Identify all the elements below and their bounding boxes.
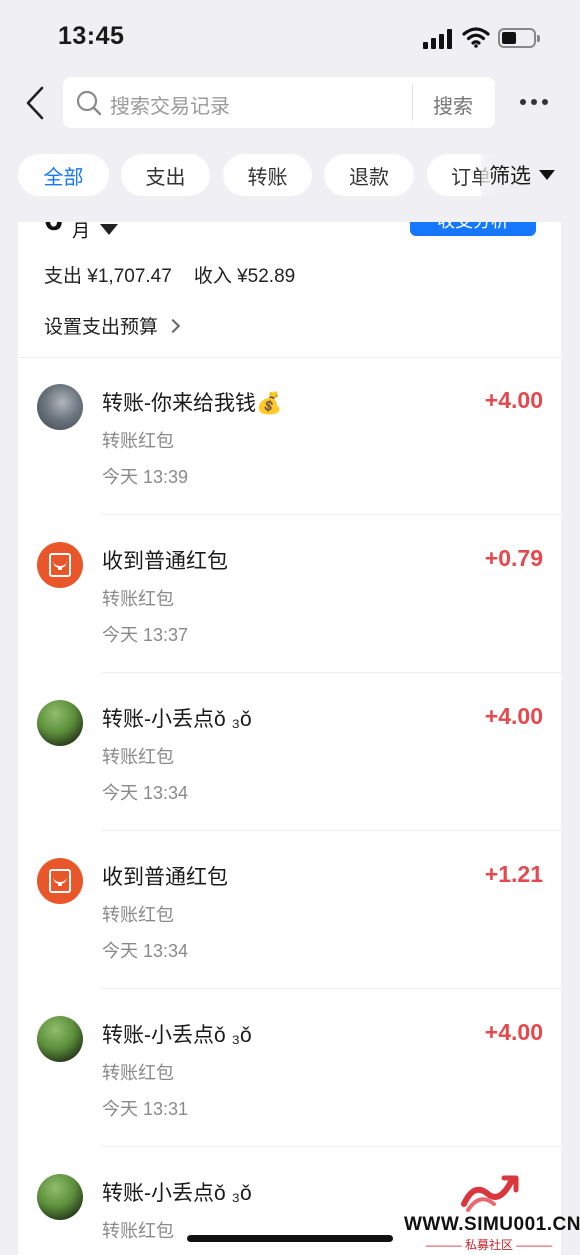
cellular-signal-icon bbox=[423, 29, 455, 49]
transaction-row[interactable]: 转账-小丢点ǒ ₃ǒ 转账红包 今天 13:34 +4.00 bbox=[18, 674, 561, 831]
transaction-amount: +1.21 bbox=[484, 861, 543, 887]
tab-expense[interactable]: 支出 bbox=[121, 154, 210, 196]
avatar bbox=[37, 1016, 83, 1062]
analysis-label: 收支分析 bbox=[437, 222, 509, 233]
month-number[interactable]: 6 bbox=[44, 222, 63, 239]
filter-button[interactable]: 筛选 bbox=[481, 154, 580, 196]
transaction-title: 收到普通红包 bbox=[102, 866, 228, 889]
transaction-time: 今天 13:34 bbox=[102, 941, 189, 961]
transactions-card: 6 月 收支分析 支出 ¥1,707.47 收入 ¥52.89 设置支出预算 转… bbox=[18, 222, 561, 1255]
red-packet-icon bbox=[37, 858, 83, 904]
transaction-type: 转账红包 bbox=[102, 1221, 174, 1241]
status-time: 13:45 bbox=[58, 22, 125, 50]
tab-all[interactable]: 全部 bbox=[18, 154, 109, 196]
back-button[interactable] bbox=[18, 84, 52, 122]
search-button[interactable]: 搜索 bbox=[433, 90, 473, 119]
filter-label: 筛选 bbox=[489, 165, 531, 188]
row-divider bbox=[102, 1146, 561, 1147]
transaction-type: 转账红包 bbox=[102, 431, 174, 451]
transaction-amount: +4.00 bbox=[484, 703, 543, 729]
row-divider bbox=[102, 514, 561, 515]
transaction-title: 转账-小丢点ǒ ₃ǒ bbox=[102, 1182, 252, 1205]
transaction-row[interactable]: 转账-你来给我钱💰 转账红包 今天 13:39 +4.00 bbox=[18, 358, 561, 515]
search-icon bbox=[76, 90, 102, 116]
transaction-type: 转账红包 bbox=[102, 747, 174, 767]
watermark-logo-icon bbox=[461, 1175, 519, 1212]
transaction-amount: +4.00 bbox=[484, 1019, 543, 1045]
transaction-title: 转账-小丢点ǒ ₃ǒ bbox=[102, 708, 252, 731]
transaction-title: 收到普通红包 bbox=[102, 550, 228, 573]
watermark: WWW.SIMU001.CN ——— 私募社区 ——— bbox=[398, 1172, 580, 1255]
transaction-row[interactable]: 收到普通红包 转账红包 今天 13:37 +0.79 bbox=[18, 516, 561, 673]
transaction-title: 转账-你来给我钱💰 bbox=[102, 392, 283, 415]
transaction-amount: +4.00 bbox=[484, 387, 543, 413]
budget-label: 设置支出预算 bbox=[44, 317, 159, 338]
month-dropdown-icon[interactable] bbox=[100, 224, 118, 235]
search-input[interactable]: 搜索交易记录 bbox=[110, 90, 230, 119]
transaction-type: 转账红包 bbox=[102, 589, 174, 609]
transaction-time: 今天 13:34 bbox=[102, 783, 189, 803]
red-packet-icon bbox=[37, 542, 83, 588]
transaction-time: 今天 13:39 bbox=[102, 467, 189, 487]
caret-down-icon bbox=[539, 170, 555, 180]
row-divider bbox=[102, 830, 561, 831]
transaction-row[interactable]: 收到普通红包 转账红包 今天 13:34 +1.21 bbox=[18, 832, 561, 989]
row-divider bbox=[102, 988, 561, 989]
tab-transfer[interactable]: 转账 bbox=[223, 154, 312, 196]
avatar bbox=[37, 700, 83, 746]
transaction-type: 转账红包 bbox=[102, 905, 174, 925]
expense-total: 支出 ¥1,707.47 bbox=[44, 266, 172, 287]
tab-refund[interactable]: 退款 bbox=[324, 154, 414, 196]
transaction-row[interactable]: 转账-小丢点ǒ ₃ǒ 转账红包 今天 13:31 +4.00 bbox=[18, 990, 561, 1147]
status-bar: 13:45 bbox=[0, 0, 580, 72]
home-indicator[interactable] bbox=[187, 1235, 393, 1242]
transaction-time: 今天 13:37 bbox=[102, 625, 189, 645]
watermark-sub: ——— 私募社区 ——— bbox=[425, 1238, 553, 1252]
transaction-type: 转账红包 bbox=[102, 1063, 174, 1083]
wifi-icon bbox=[462, 27, 490, 48]
transaction-time: 今天 13:31 bbox=[102, 1099, 189, 1119]
chevron-right-icon bbox=[165, 318, 181, 333]
search-divider bbox=[412, 85, 413, 121]
search-box[interactable]: 搜索交易记录 搜索 bbox=[63, 77, 495, 128]
more-options-icon[interactable] bbox=[520, 99, 548, 105]
row-divider bbox=[102, 672, 561, 673]
avatar bbox=[37, 1174, 83, 1220]
battery-icon bbox=[498, 28, 540, 48]
month-summary: 支出 ¥1,707.47 收入 ¥52.89 bbox=[44, 261, 295, 288]
transaction-title: 转账-小丢点ǒ ₃ǒ bbox=[102, 1024, 252, 1047]
watermark-site: WWW.SIMU001.CN bbox=[404, 1214, 580, 1235]
chevron-left-icon bbox=[26, 86, 44, 120]
transaction-amount: +0.79 bbox=[484, 545, 543, 571]
avatar bbox=[37, 384, 83, 430]
month-unit: 月 bbox=[72, 222, 90, 241]
set-budget-link[interactable]: 设置支出预算 bbox=[44, 312, 181, 339]
income-expense-analysis-button[interactable]: 收支分析 bbox=[410, 222, 536, 236]
income-total: 收入 ¥52.89 bbox=[193, 266, 296, 287]
